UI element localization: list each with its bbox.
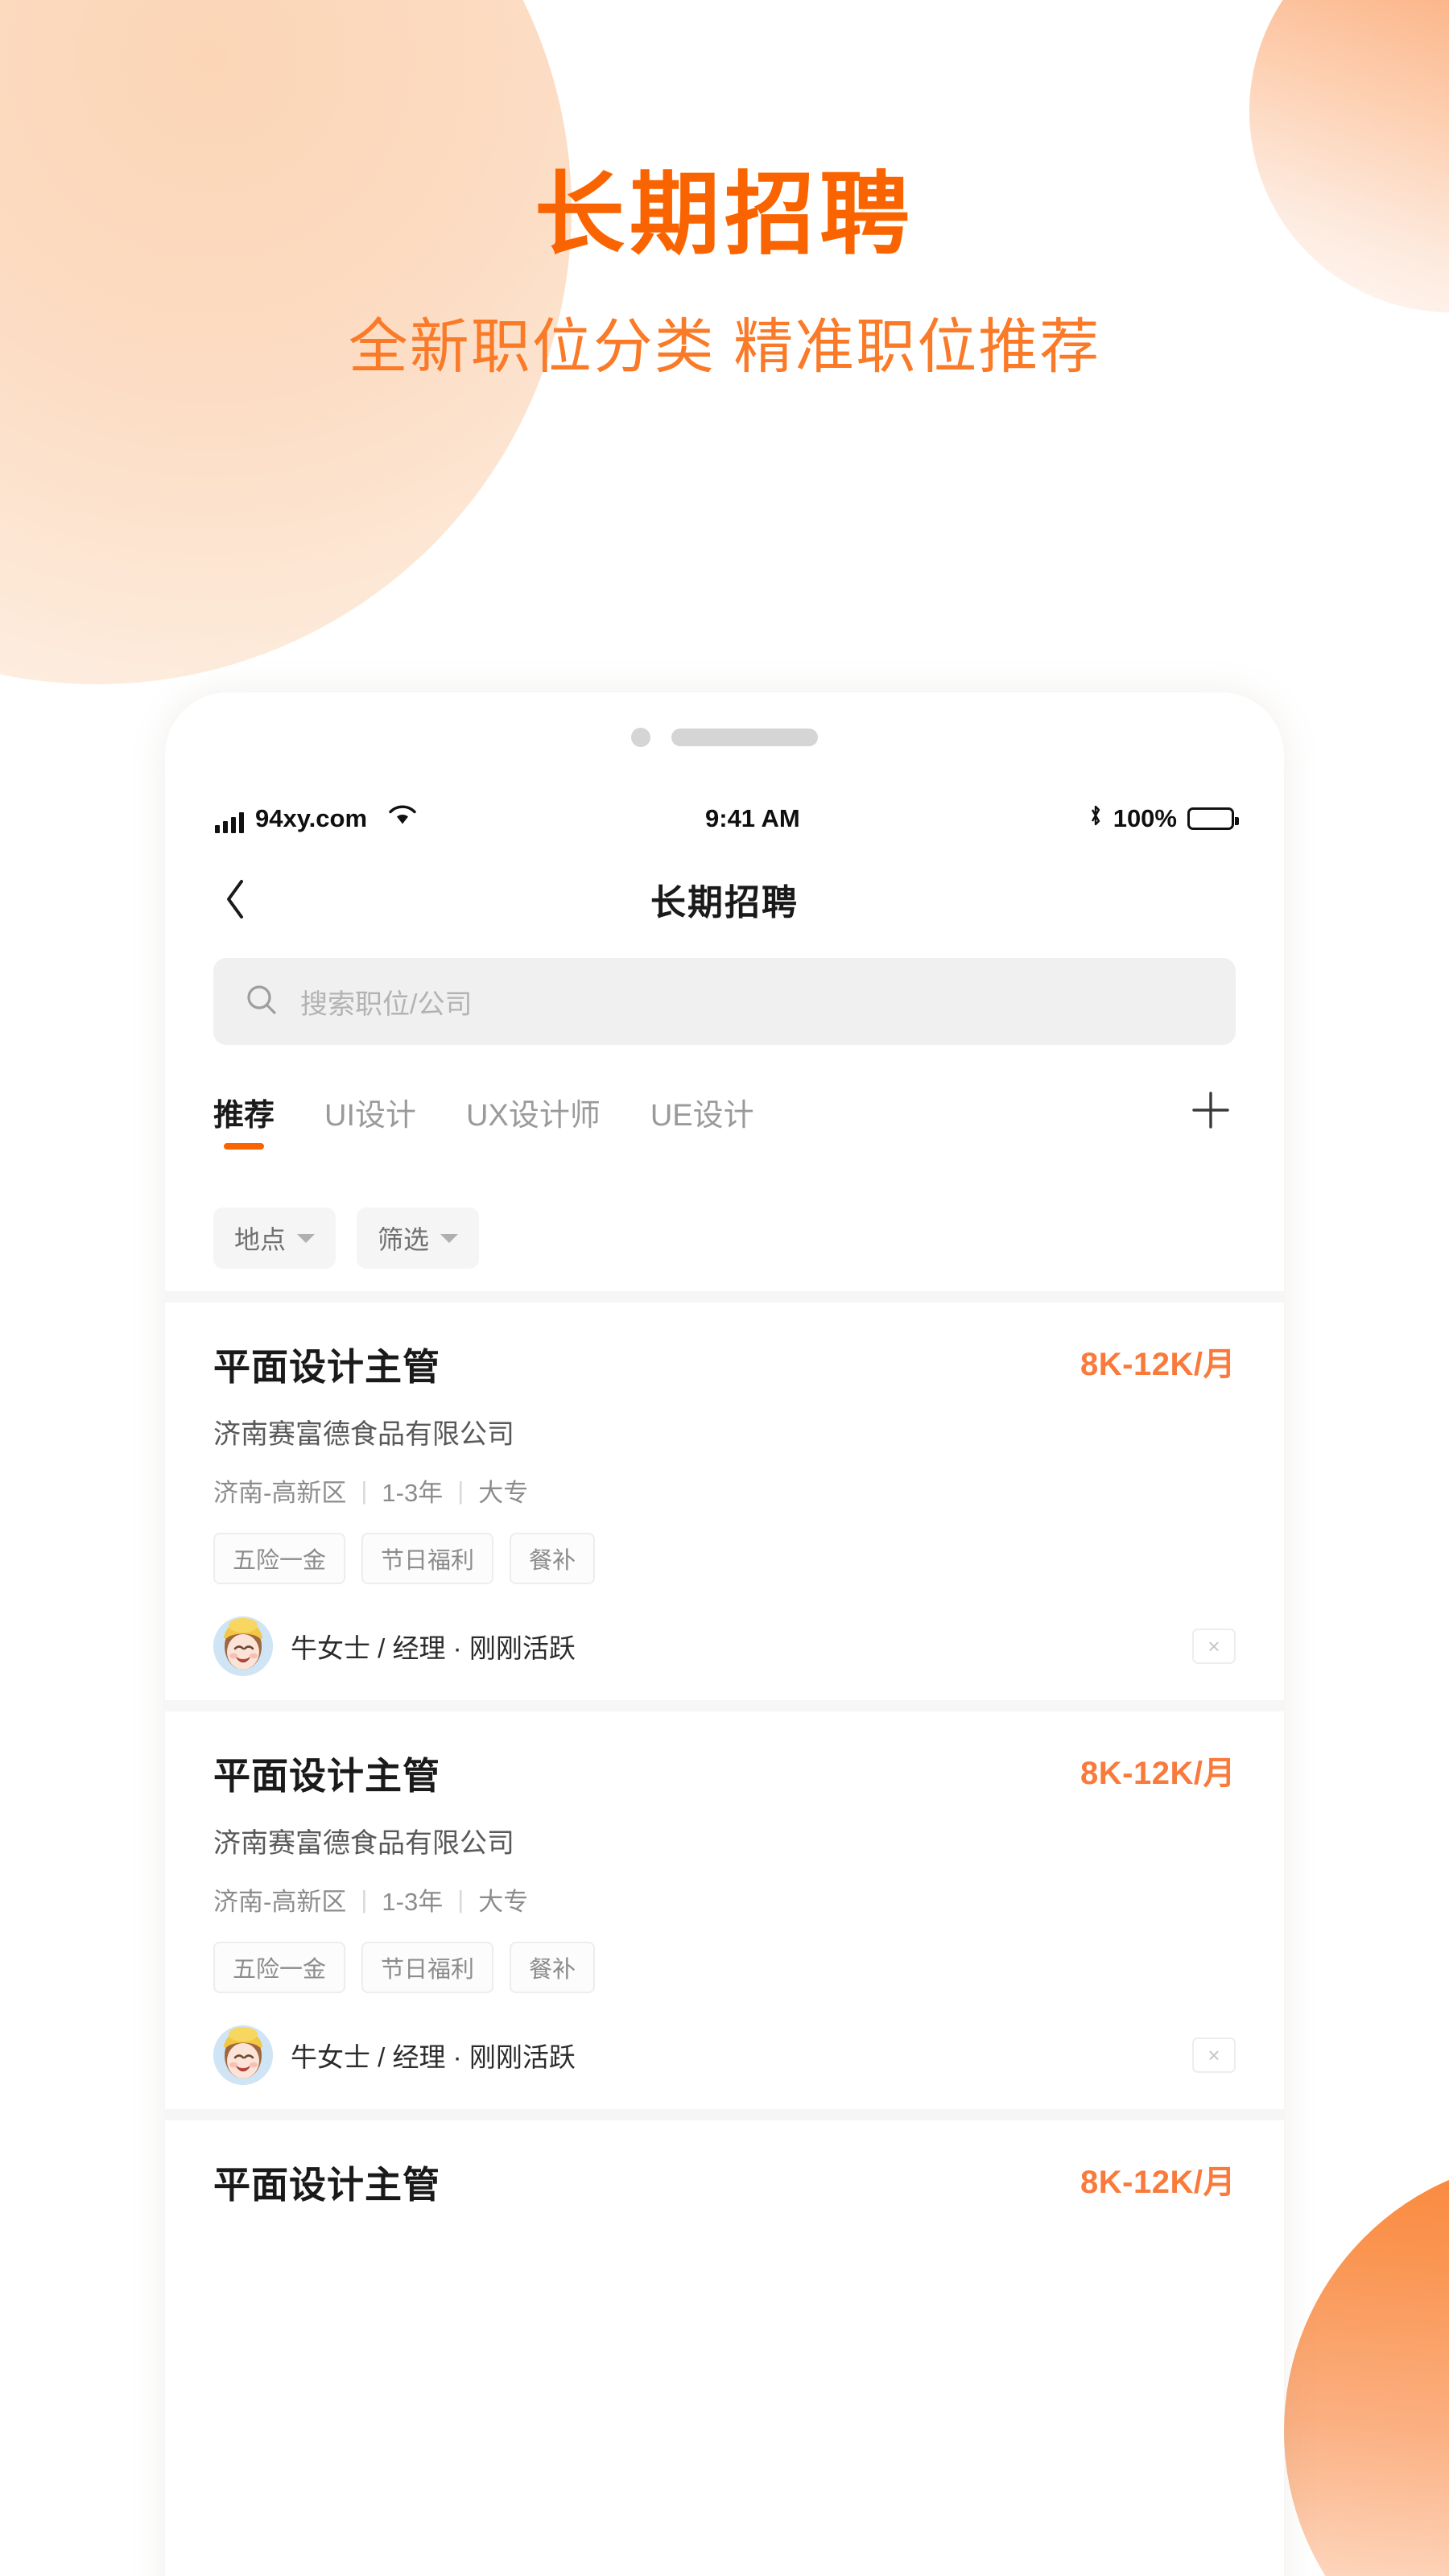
benefit-tag: 节日福利 — [361, 1533, 494, 1584]
chevron-down-icon — [440, 1233, 459, 1243]
job-card-footer: 牛女士 / 经理 · 刚刚活跃 × — [213, 2025, 1236, 2085]
hero-section: 长期招聘 全新职位分类 精准职位推荐 — [0, 0, 1449, 379]
job-company: 济南赛富德食品有限公司 — [213, 1828, 514, 1859]
recruiter-info[interactable]: 牛女士 / 经理 · 刚刚活跃 — [213, 1616, 576, 1676]
job-location: 济南-高新区 — [213, 1888, 347, 1916]
avatar — [213, 1616, 273, 1676]
job-benefit-tags: 五险一金 节日福利 餐补 — [213, 1533, 1236, 1584]
meta-divider: | — [361, 1476, 368, 1505]
job-card-footer: 牛女士 / 经理 · 刚刚活跃 × — [213, 1616, 1236, 1676]
clock-label: 9:41 AM — [705, 804, 800, 832]
meta-divider: | — [361, 1885, 368, 1913]
job-card[interactable]: 平面设计主管 8K-12K/月 济南赛富德食品有限公司 济南-高新区 | 1-3… — [165, 1302, 1284, 1700]
nav-bar: 长期招聘 — [165, 857, 1284, 942]
search-placeholder: 搜索职位/公司 — [300, 989, 473, 1020]
job-benefit-tags: 五险一金 节日福利 餐补 — [213, 1942, 1236, 1993]
job-title: 平面设计主管 — [213, 1346, 440, 1388]
battery-full-icon — [1187, 807, 1239, 830]
job-list: 平面设计主管 8K-12K/月 济南赛富德食品有限公司 济南-高新区 | 1-3… — [165, 1291, 1284, 2233]
filter-chips: 地点 筛选 — [213, 1208, 480, 1269]
recruiter-label: 牛女士 / 经理 · 刚刚活跃 — [291, 1633, 576, 1663]
category-tabs: 推荐 UI设计 UX设计师 UE设计 — [213, 1087, 1236, 1164]
speaker-grille-icon — [671, 729, 818, 746]
phone-mockup: 94xy.com 9:41 AM 100% 长期招聘 搜索职位/公司 推荐 UI… — [165, 692, 1284, 2576]
tab-recommended[interactable]: 推荐 — [213, 1087, 275, 1150]
job-salary: 8K-12K/月 — [1080, 1347, 1236, 1382]
job-education: 大专 — [478, 1888, 529, 1916]
hero-subtitle: 全新职位分类 精准职位推荐 — [348, 312, 1101, 380]
avatar — [213, 2025, 273, 2085]
carrier-label: 94xy.com — [255, 804, 368, 832]
tab-ui-design[interactable]: UI设计 — [324, 1087, 416, 1134]
meta-divider: | — [457, 1476, 464, 1505]
job-company: 济南赛富德食品有限公司 — [213, 1419, 514, 1450]
tab-ue-design[interactable]: UE设计 — [650, 1087, 754, 1134]
search-icon — [244, 982, 279, 1022]
wifi-icon — [388, 804, 417, 833]
status-bar-right: 100% — [1088, 803, 1239, 834]
job-card-header: 平面设计主管 8K-12K/月 — [213, 1338, 1236, 1391]
job-experience: 1-3年 — [382, 1888, 444, 1916]
job-title: 平面设计主管 — [213, 2164, 440, 2206]
camera-icon — [631, 728, 650, 747]
tab-label: UE设计 — [650, 1099, 754, 1133]
benefit-tag: 五险一金 — [213, 1942, 346, 1993]
list-divider — [165, 1700, 1284, 1711]
recruiter-label: 牛女士 / 经理 · 刚刚活跃 — [291, 2042, 576, 2072]
benefit-tag: 五险一金 — [213, 1533, 346, 1584]
job-location: 济南-高新区 — [213, 1479, 347, 1507]
status-bar-left: 94xy.com — [215, 804, 417, 833]
tab-label: UX设计师 — [466, 1099, 601, 1133]
status-bar: 94xy.com 9:41 AM 100% — [165, 782, 1284, 855]
job-meta: 济南-高新区 | 1-3年 | 大专 — [213, 1881, 1236, 1918]
benefit-tag: 餐补 — [510, 1533, 596, 1584]
battery-percent-label: 100% — [1113, 804, 1177, 832]
add-tab-button[interactable] — [1186, 1085, 1236, 1135]
hero-title: 长期招聘 — [535, 164, 914, 265]
job-card-header: 平面设计主管 8K-12K/月 — [213, 1747, 1236, 1800]
phone-notch — [165, 692, 1284, 782]
benefit-tag: 节日福利 — [361, 1942, 494, 1993]
tab-active-indicator — [224, 1143, 264, 1150]
job-title: 平面设计主管 — [213, 1755, 440, 1797]
chevron-down-icon — [297, 1233, 316, 1243]
filter-label: 筛选 — [378, 1225, 430, 1254]
signal-bars-icon — [215, 812, 244, 833]
tab-label: 推荐 — [213, 1099, 275, 1133]
job-meta: 济南-高新区 | 1-3年 | 大专 — [213, 1472, 1236, 1509]
close-icon[interactable]: × — [1192, 1629, 1236, 1664]
job-education: 大专 — [478, 1479, 529, 1507]
screenshot-stage: 长期招聘 全新职位分类 精准职位推荐 94xy.com 9:41 AM 100%… — [0, 0, 1449, 2576]
search-input[interactable]: 搜索职位/公司 — [213, 958, 1236, 1045]
job-card-header: 平面设计主管 8K-12K/月 — [213, 2156, 1236, 2209]
benefit-tag: 餐补 — [510, 1942, 596, 1993]
bluetooth-icon — [1088, 803, 1103, 834]
list-divider — [165, 2109, 1284, 2120]
background-blob-bottom-right — [1284, 2157, 1449, 2576]
job-salary: 8K-12K/月 — [1080, 1756, 1236, 1791]
job-card[interactable]: 平面设计主管 8K-12K/月 — [165, 2120, 1284, 2233]
job-experience: 1-3年 — [382, 1479, 444, 1507]
tab-ux-designer[interactable]: UX设计师 — [466, 1087, 601, 1134]
recruiter-info[interactable]: 牛女士 / 经理 · 刚刚活跃 — [213, 2025, 576, 2085]
job-salary: 8K-12K/月 — [1080, 2165, 1236, 2200]
page-title: 长期招聘 — [650, 883, 799, 923]
close-icon[interactable]: × — [1192, 2037, 1236, 2073]
job-card[interactable]: 平面设计主管 8K-12K/月 济南赛富德食品有限公司 济南-高新区 | 1-3… — [165, 1711, 1284, 2109]
filter-location-button[interactable]: 地点 — [213, 1208, 336, 1269]
tab-label: UI设计 — [324, 1099, 417, 1133]
filter-more-button[interactable]: 筛选 — [357, 1208, 480, 1269]
plus-icon — [1192, 1092, 1229, 1129]
list-divider — [165, 1291, 1284, 1302]
filter-label: 地点 — [234, 1225, 287, 1254]
meta-divider: | — [457, 1885, 464, 1913]
